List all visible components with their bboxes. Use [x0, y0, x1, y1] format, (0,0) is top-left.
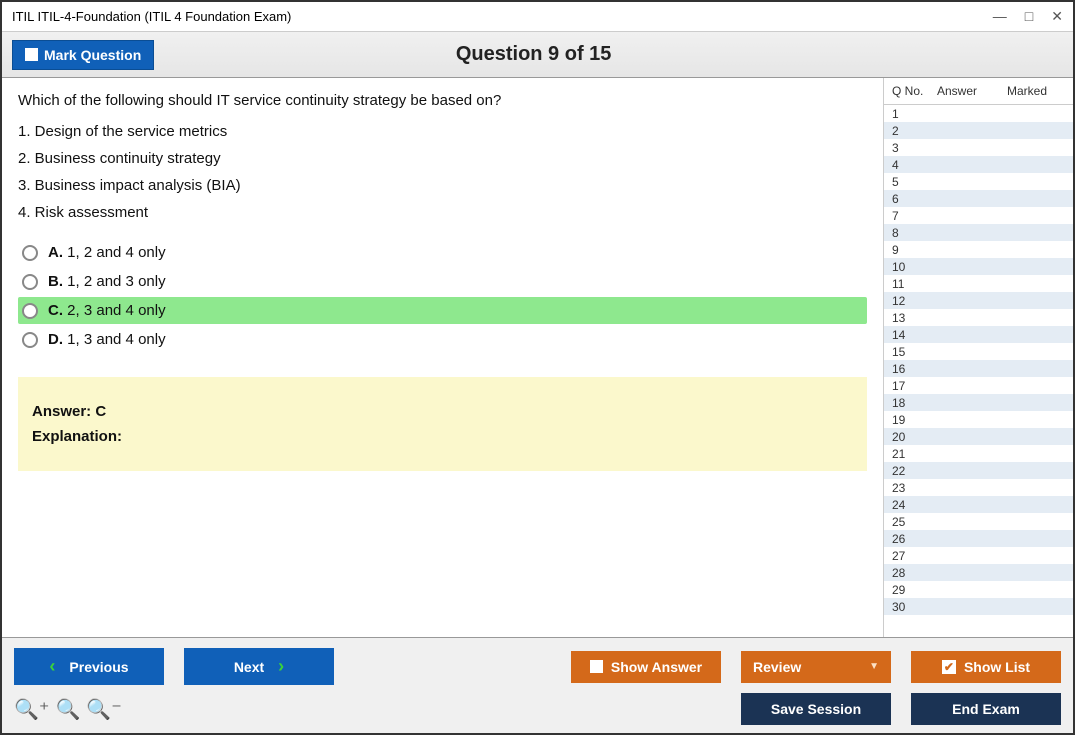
radio-icon [22, 303, 38, 319]
body: Which of the following should IT service… [2, 78, 1073, 638]
sidebar-row[interactable]: 25 [884, 513, 1073, 530]
sidebar-row[interactable]: 10 [884, 258, 1073, 275]
zoom-in-icon[interactable]: 🔍 [55, 697, 80, 722]
zoom-controls: 🔍⁺ 🔍 🔍⁻ [14, 697, 122, 722]
answer-label: Answer: C [32, 403, 853, 420]
footer-row-2: 🔍⁺ 🔍 🔍⁻ Save Session End Exam [14, 693, 1061, 725]
checkbox-icon [590, 660, 603, 673]
sidebar-row[interactable]: 1 [884, 105, 1073, 122]
sidebar-row[interactable]: 28 [884, 564, 1073, 581]
checkbox-checked-icon: ✔ [942, 660, 956, 674]
sidebar-row[interactable]: 17 [884, 377, 1073, 394]
sidebar-row[interactable]: 29 [884, 581, 1073, 598]
option-a-label: A. 1, 2 and 4 only [48, 244, 166, 261]
mark-question-button[interactable]: Mark Question [12, 40, 154, 70]
footer-row-1: Previous Next Show Answer Review ▼ ✔ Sho… [14, 648, 1061, 685]
sidebar-row[interactable]: 22 [884, 462, 1073, 479]
sidebar-row[interactable]: 7 [884, 207, 1073, 224]
question-counter: Question 9 of 15 [154, 43, 913, 66]
sidebar-row[interactable]: 24 [884, 496, 1073, 513]
option-b-label: B. 1, 2 and 3 only [48, 273, 166, 290]
caret-down-icon: ▼ [869, 661, 879, 672]
next-button[interactable]: Next [184, 648, 334, 685]
question-item-2: 2. Business continuity strategy [18, 150, 867, 167]
sidebar-row[interactable]: 15 [884, 343, 1073, 360]
option-d-label: D. 1, 3 and 4 only [48, 331, 166, 348]
question-text: Which of the following should IT service… [18, 92, 867, 109]
sidebar-row[interactable]: 6 [884, 190, 1073, 207]
sidebar-row[interactable]: 18 [884, 394, 1073, 411]
mark-label: Mark Question [44, 47, 141, 63]
radio-icon [22, 274, 38, 290]
sidebar-row[interactable]: 30 [884, 598, 1073, 615]
question-area: Which of the following should IT service… [2, 78, 883, 637]
show-answer-button[interactable]: Show Answer [571, 651, 721, 683]
option-c[interactable]: C. 2, 3 and 4 only [18, 297, 867, 324]
sidebar-row[interactable]: 5 [884, 173, 1073, 190]
mark-checkbox-icon [25, 48, 38, 61]
sidebar-row[interactable]: 14 [884, 326, 1073, 343]
close-icon[interactable]: ✕ [1051, 8, 1063, 25]
option-c-label: C. 2, 3 and 4 only [48, 302, 166, 319]
sidebar-row[interactable]: 26 [884, 530, 1073, 547]
sidebar-row[interactable]: 13 [884, 309, 1073, 326]
option-b[interactable]: B. 1, 2 and 3 only [18, 268, 867, 295]
review-button[interactable]: Review ▼ [741, 651, 891, 683]
header-answer: Answer [937, 84, 1007, 98]
header-qno: Q No. [892, 84, 937, 98]
sidebar-row[interactable]: 8 [884, 224, 1073, 241]
sidebar-row[interactable]: 3 [884, 139, 1073, 156]
window-title: ITIL ITIL-4-Foundation (ITIL 4 Foundatio… [12, 9, 291, 24]
option-a[interactable]: A. 1, 2 and 4 only [18, 239, 867, 266]
explanation-label: Explanation: [32, 428, 853, 445]
options-group: A. 1, 2 and 4 only B. 1, 2 and 3 only C.… [18, 239, 867, 353]
save-session-button[interactable]: Save Session [741, 693, 891, 725]
question-item-4: 4. Risk assessment [18, 204, 867, 221]
title-bar: ITIL ITIL-4-Foundation (ITIL 4 Foundatio… [2, 2, 1073, 32]
previous-button[interactable]: Previous [14, 648, 164, 685]
answer-box: Answer: C Explanation: [18, 377, 867, 471]
question-list-panel: Q No. Answer Marked 12345678910111213141… [883, 78, 1073, 637]
minimize-icon[interactable]: — [993, 8, 1007, 25]
sidebar-row[interactable]: 20 [884, 428, 1073, 445]
sidebar-row[interactable]: 11 [884, 275, 1073, 292]
sidebar-header: Q No. Answer Marked [884, 78, 1073, 105]
sidebar-row[interactable]: 23 [884, 479, 1073, 496]
radio-icon [22, 332, 38, 348]
sidebar-row[interactable]: 16 [884, 360, 1073, 377]
sidebar-row[interactable]: 4 [884, 156, 1073, 173]
maximize-icon[interactable]: □ [1025, 8, 1033, 25]
sidebar-row[interactable]: 9 [884, 241, 1073, 258]
end-exam-button[interactable]: End Exam [911, 693, 1061, 725]
app-window: ITIL ITIL-4-Foundation (ITIL 4 Foundatio… [0, 0, 1075, 735]
sidebar-row[interactable]: 2 [884, 122, 1073, 139]
question-item-1: 1. Design of the service metrics [18, 123, 867, 140]
sidebar-row[interactable]: 21 [884, 445, 1073, 462]
header-marked: Marked [1007, 84, 1065, 98]
radio-icon [22, 245, 38, 261]
question-item-3: 3. Business impact analysis (BIA) [18, 177, 867, 194]
sidebar-row[interactable]: 27 [884, 547, 1073, 564]
sidebar-row[interactable]: 19 [884, 411, 1073, 428]
window-controls: — □ ✕ [993, 8, 1063, 25]
footer: Previous Next Show Answer Review ▼ ✔ Sho… [2, 638, 1073, 733]
sidebar-row[interactable]: 12 [884, 292, 1073, 309]
zoom-out-icon[interactable]: 🔍⁻ [86, 697, 121, 722]
option-d[interactable]: D. 1, 3 and 4 only [18, 326, 867, 353]
show-list-button[interactable]: ✔ Show List [911, 651, 1061, 683]
toolbar: Mark Question Question 9 of 15 [2, 32, 1073, 78]
zoom-reset-icon[interactable]: 🔍⁺ [14, 697, 49, 722]
sidebar-rows[interactable]: 1234567891011121314151617181920212223242… [884, 105, 1073, 637]
